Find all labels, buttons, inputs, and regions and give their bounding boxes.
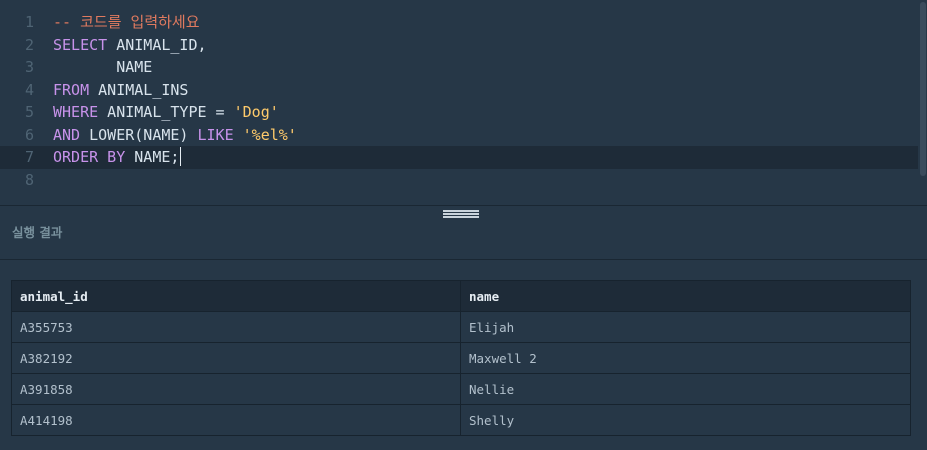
results-title: 실행 결과 — [12, 225, 63, 240]
cell-animal-id: A355753 — [11, 311, 461, 343]
sql-identifier: ANIMAL_INS — [89, 80, 189, 99]
cell-animal-id: A414198 — [11, 404, 461, 436]
sql-keyword: WHERE — [53, 103, 99, 121]
code-text[interactable]: WHERE ANIMAL_TYPE = 'Dog' — [53, 101, 279, 124]
cell-name: Maxwell 2 — [460, 342, 911, 374]
sql-keyword: AND — [53, 125, 81, 144]
table-row: A355753 Elijah — [11, 311, 911, 343]
sql-identifier: NAME; — [125, 148, 180, 166]
sql-string: 'Dog' — [233, 103, 279, 121]
code-line[interactable]: 5 WHERE ANIMAL_TYPE = 'Dog' — [0, 101, 918, 124]
sql-code-editor[interactable]: 1 -- 코드를 입력하세요 2 SELECT ANIMAL_ID, 3 NAME 4 FR… — [0, 0, 927, 205]
cell-name: Nellie — [460, 373, 911, 405]
line-number: 8 — [24, 170, 34, 189]
code-line[interactable]: 1 -- 코드를 입력하세요 — [0, 11, 918, 34]
results-header-row: animal_id name — [11, 280, 911, 312]
table-row: A414198 Shelly — [11, 404, 911, 436]
table-row: A391858 Nellie — [11, 373, 911, 405]
column-header-name: name — [460, 280, 911, 312]
code-text[interactable]: FROM ANIMAL_INS — [53, 79, 188, 102]
sql-keyword: SELECT — [53, 35, 108, 54]
code-line[interactable]: 7 ORDER BY NAME; — [0, 146, 918, 169]
panel-divider — [0, 205, 927, 206]
code-line[interactable]: 8 — [0, 169, 918, 192]
sql-identifier: LOWER(NAME) — [80, 125, 198, 144]
editor-scrollbar[interactable] — [920, 2, 926, 176]
results-divider — [0, 259, 927, 260]
code-line[interactable]: 6 AND LOWER(NAME) LIKE '%el%' — [0, 124, 918, 147]
column-header-animal-id: animal_id — [11, 280, 461, 312]
line-number: 6 — [24, 125, 34, 144]
sql-keyword: FROM — [53, 80, 90, 99]
line-number: 3 — [24, 58, 34, 76]
code-text[interactable]: -- 코드를 입력하세요 — [53, 11, 200, 34]
sql-identifier: ANIMAL_ID, — [107, 35, 207, 54]
cell-name: Elijah — [460, 311, 911, 343]
sql-keyword: ORDER BY — [53, 148, 126, 166]
sql-string: '%el%' — [242, 125, 297, 144]
line-number: 1 — [24, 13, 34, 31]
line-number: 5 — [24, 103, 34, 121]
code-line[interactable]: 2 SELECT ANIMAL_ID, — [0, 34, 918, 57]
cell-name: Shelly — [460, 404, 911, 436]
table-row: A382192 Maxwell 2 — [11, 342, 911, 374]
cell-animal-id: A382192 — [11, 342, 461, 374]
code-text[interactable]: NAME — [53, 56, 152, 79]
line-number: 4 — [24, 80, 34, 99]
results-table: animal_id name A355753 Elijah A382192 Ma… — [11, 280, 911, 436]
sql-identifier: ANIMAL_TYPE = — [98, 103, 234, 121]
text-cursor — [180, 147, 182, 166]
line-number: 2 — [24, 35, 34, 54]
sql-identifier — [234, 126, 243, 144]
cell-animal-id: A391858 — [11, 373, 461, 405]
sql-keyword: LIKE — [197, 125, 234, 144]
code-line[interactable]: 4 FROM ANIMAL_INS — [0, 79, 918, 102]
resize-handle-icon[interactable] — [443, 210, 479, 219]
code-text[interactable]: ORDER BY NAME; — [53, 146, 182, 169]
code-line[interactable]: 3 NAME — [0, 56, 918, 79]
code-text[interactable]: SELECT ANIMAL_ID, — [53, 34, 207, 57]
code-text[interactable]: AND LOWER(NAME) LIKE '%el%' — [53, 124, 297, 147]
sql-identifier: NAME — [53, 58, 153, 76]
line-number: 7 — [24, 148, 34, 166]
sql-comment: -- 코드를 입력하세요 — [53, 13, 200, 31]
